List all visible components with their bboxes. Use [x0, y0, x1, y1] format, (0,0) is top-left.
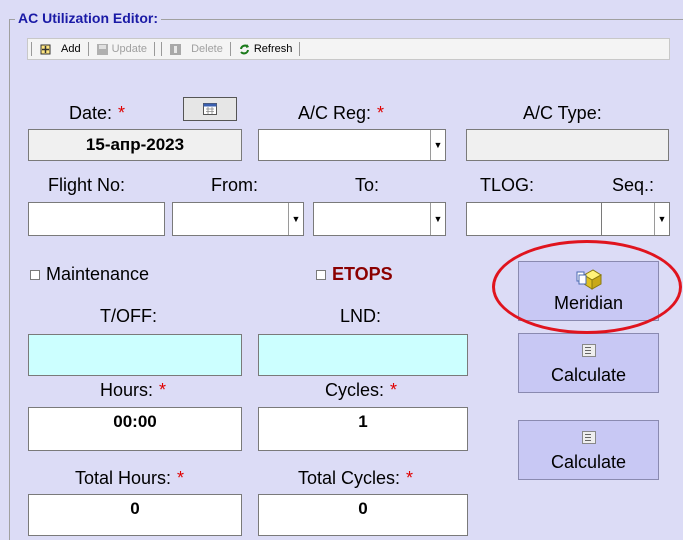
calendar-icon	[203, 103, 217, 115]
lnd-label: LND:	[340, 306, 382, 326]
toff-input[interactable]	[28, 334, 242, 376]
maintenance-checkbox[interactable]: Maintenance	[30, 264, 149, 285]
delete-label: Delete	[191, 43, 223, 55]
checkbox-box	[30, 269, 40, 280]
refresh-icon	[239, 43, 249, 54]
total-hours-value: 0	[130, 499, 140, 518]
toolbar-separator	[299, 42, 301, 56]
refresh-label: Refresh	[253, 43, 293, 55]
flightno-label: Flight No:	[48, 175, 126, 195]
date-label-text: Date:	[69, 103, 113, 123]
panel-title: AC Utilization Editor:	[15, 10, 161, 26]
from-select[interactable]: ▼	[172, 202, 304, 236]
chevron-down-icon: ▼	[654, 203, 669, 235]
to-select[interactable]: ▼	[313, 202, 446, 236]
acreg-label: A/C Reg: *	[298, 103, 384, 124]
toolbar-separator	[229, 42, 231, 56]
to-label: To:	[355, 175, 380, 195]
acreg-label-text: A/C Reg:	[298, 103, 372, 123]
cycles-label: Cycles: *	[325, 380, 397, 401]
total-cycles-label-text: Total Cycles:	[298, 468, 401, 488]
hours-input[interactable]: 00:00	[28, 407, 242, 451]
delete-button[interactable]: Delete	[165, 43, 227, 56]
required-marker: *	[177, 468, 185, 488]
calculate-button[interactable]: Calculate	[518, 333, 659, 393]
lnd-input[interactable]	[258, 334, 468, 376]
maintenance-label: Maintenance	[46, 264, 150, 284]
delete-icon	[170, 43, 182, 55]
chevron-down-icon: ▼	[430, 130, 445, 160]
refresh-button[interactable]: Refresh	[234, 43, 297, 56]
toolbar-separator	[161, 42, 163, 56]
seq-label: Seq.:	[612, 175, 655, 195]
hours-value: 00:00	[113, 412, 157, 431]
toolbar: Add Update Delete Refresh	[27, 38, 670, 60]
seq-select[interactable]: ▼	[601, 202, 670, 236]
date-picker-button[interactable]	[183, 97, 237, 121]
toolbar-separator	[154, 42, 156, 56]
required-marker: *	[390, 380, 398, 400]
tlog-label: TLOG:	[480, 175, 535, 195]
flightno-input[interactable]	[28, 202, 165, 236]
calculator-icon	[581, 431, 596, 444]
calculator-icon	[581, 344, 596, 357]
required-marker: *	[377, 103, 385, 123]
total-hours-input[interactable]: 0	[28, 494, 242, 536]
save-icon	[96, 43, 108, 55]
total-cycles-input[interactable]: 0	[258, 494, 468, 536]
etops-checkbox[interactable]: ETOPS	[316, 264, 393, 285]
cycles-value: 1	[358, 412, 368, 431]
toff-label: T/OFF:	[100, 306, 157, 326]
toolbar-separator	[87, 42, 89, 56]
checkbox-box	[316, 269, 326, 280]
calculate-total-label: Calculate	[550, 452, 627, 472]
chevron-down-icon: ▼	[430, 203, 445, 235]
actype-field	[466, 129, 669, 161]
tlog-input[interactable]	[466, 202, 603, 236]
date-value: 15-апр-2023	[85, 135, 185, 154]
acreg-select[interactable]: ▼	[258, 129, 446, 161]
etops-label: ETOPS	[332, 264, 393, 284]
from-label: From:	[211, 175, 258, 195]
calculate-label: Calculate	[550, 365, 627, 385]
required-marker: *	[118, 103, 126, 123]
meridian-button[interactable]: Meridian	[518, 261, 659, 321]
date-label: Date: *	[69, 103, 125, 124]
add-label: Add	[61, 43, 81, 55]
toolbar-separator	[31, 42, 32, 56]
update-button[interactable]: Update	[92, 43, 151, 56]
hours-label-text: Hours:	[100, 380, 154, 400]
add-button[interactable]: Add	[35, 43, 85, 56]
update-label: Update	[111, 43, 148, 55]
total-cycles-value: 0	[358, 499, 368, 518]
cycles-label-text: Cycles:	[325, 380, 385, 400]
calculate-total-button[interactable]: Calculate	[518, 420, 659, 480]
add-icon	[40, 44, 51, 54]
cycles-input[interactable]: 1	[258, 407, 468, 451]
required-marker: *	[159, 380, 167, 400]
required-marker: *	[406, 468, 414, 488]
actype-label: A/C Type:	[523, 103, 602, 123]
total-hours-label: Total Hours: *	[75, 468, 184, 489]
hours-label: Hours: *	[100, 380, 166, 401]
meridian-icon	[576, 269, 602, 290]
total-hours-label-text: Total Hours:	[75, 468, 172, 488]
date-field[interactable]: 15-апр-2023	[28, 129, 242, 161]
chevron-down-icon: ▼	[288, 203, 303, 235]
total-cycles-label: Total Cycles: *	[298, 468, 413, 489]
meridian-label: Meridian	[553, 293, 624, 313]
